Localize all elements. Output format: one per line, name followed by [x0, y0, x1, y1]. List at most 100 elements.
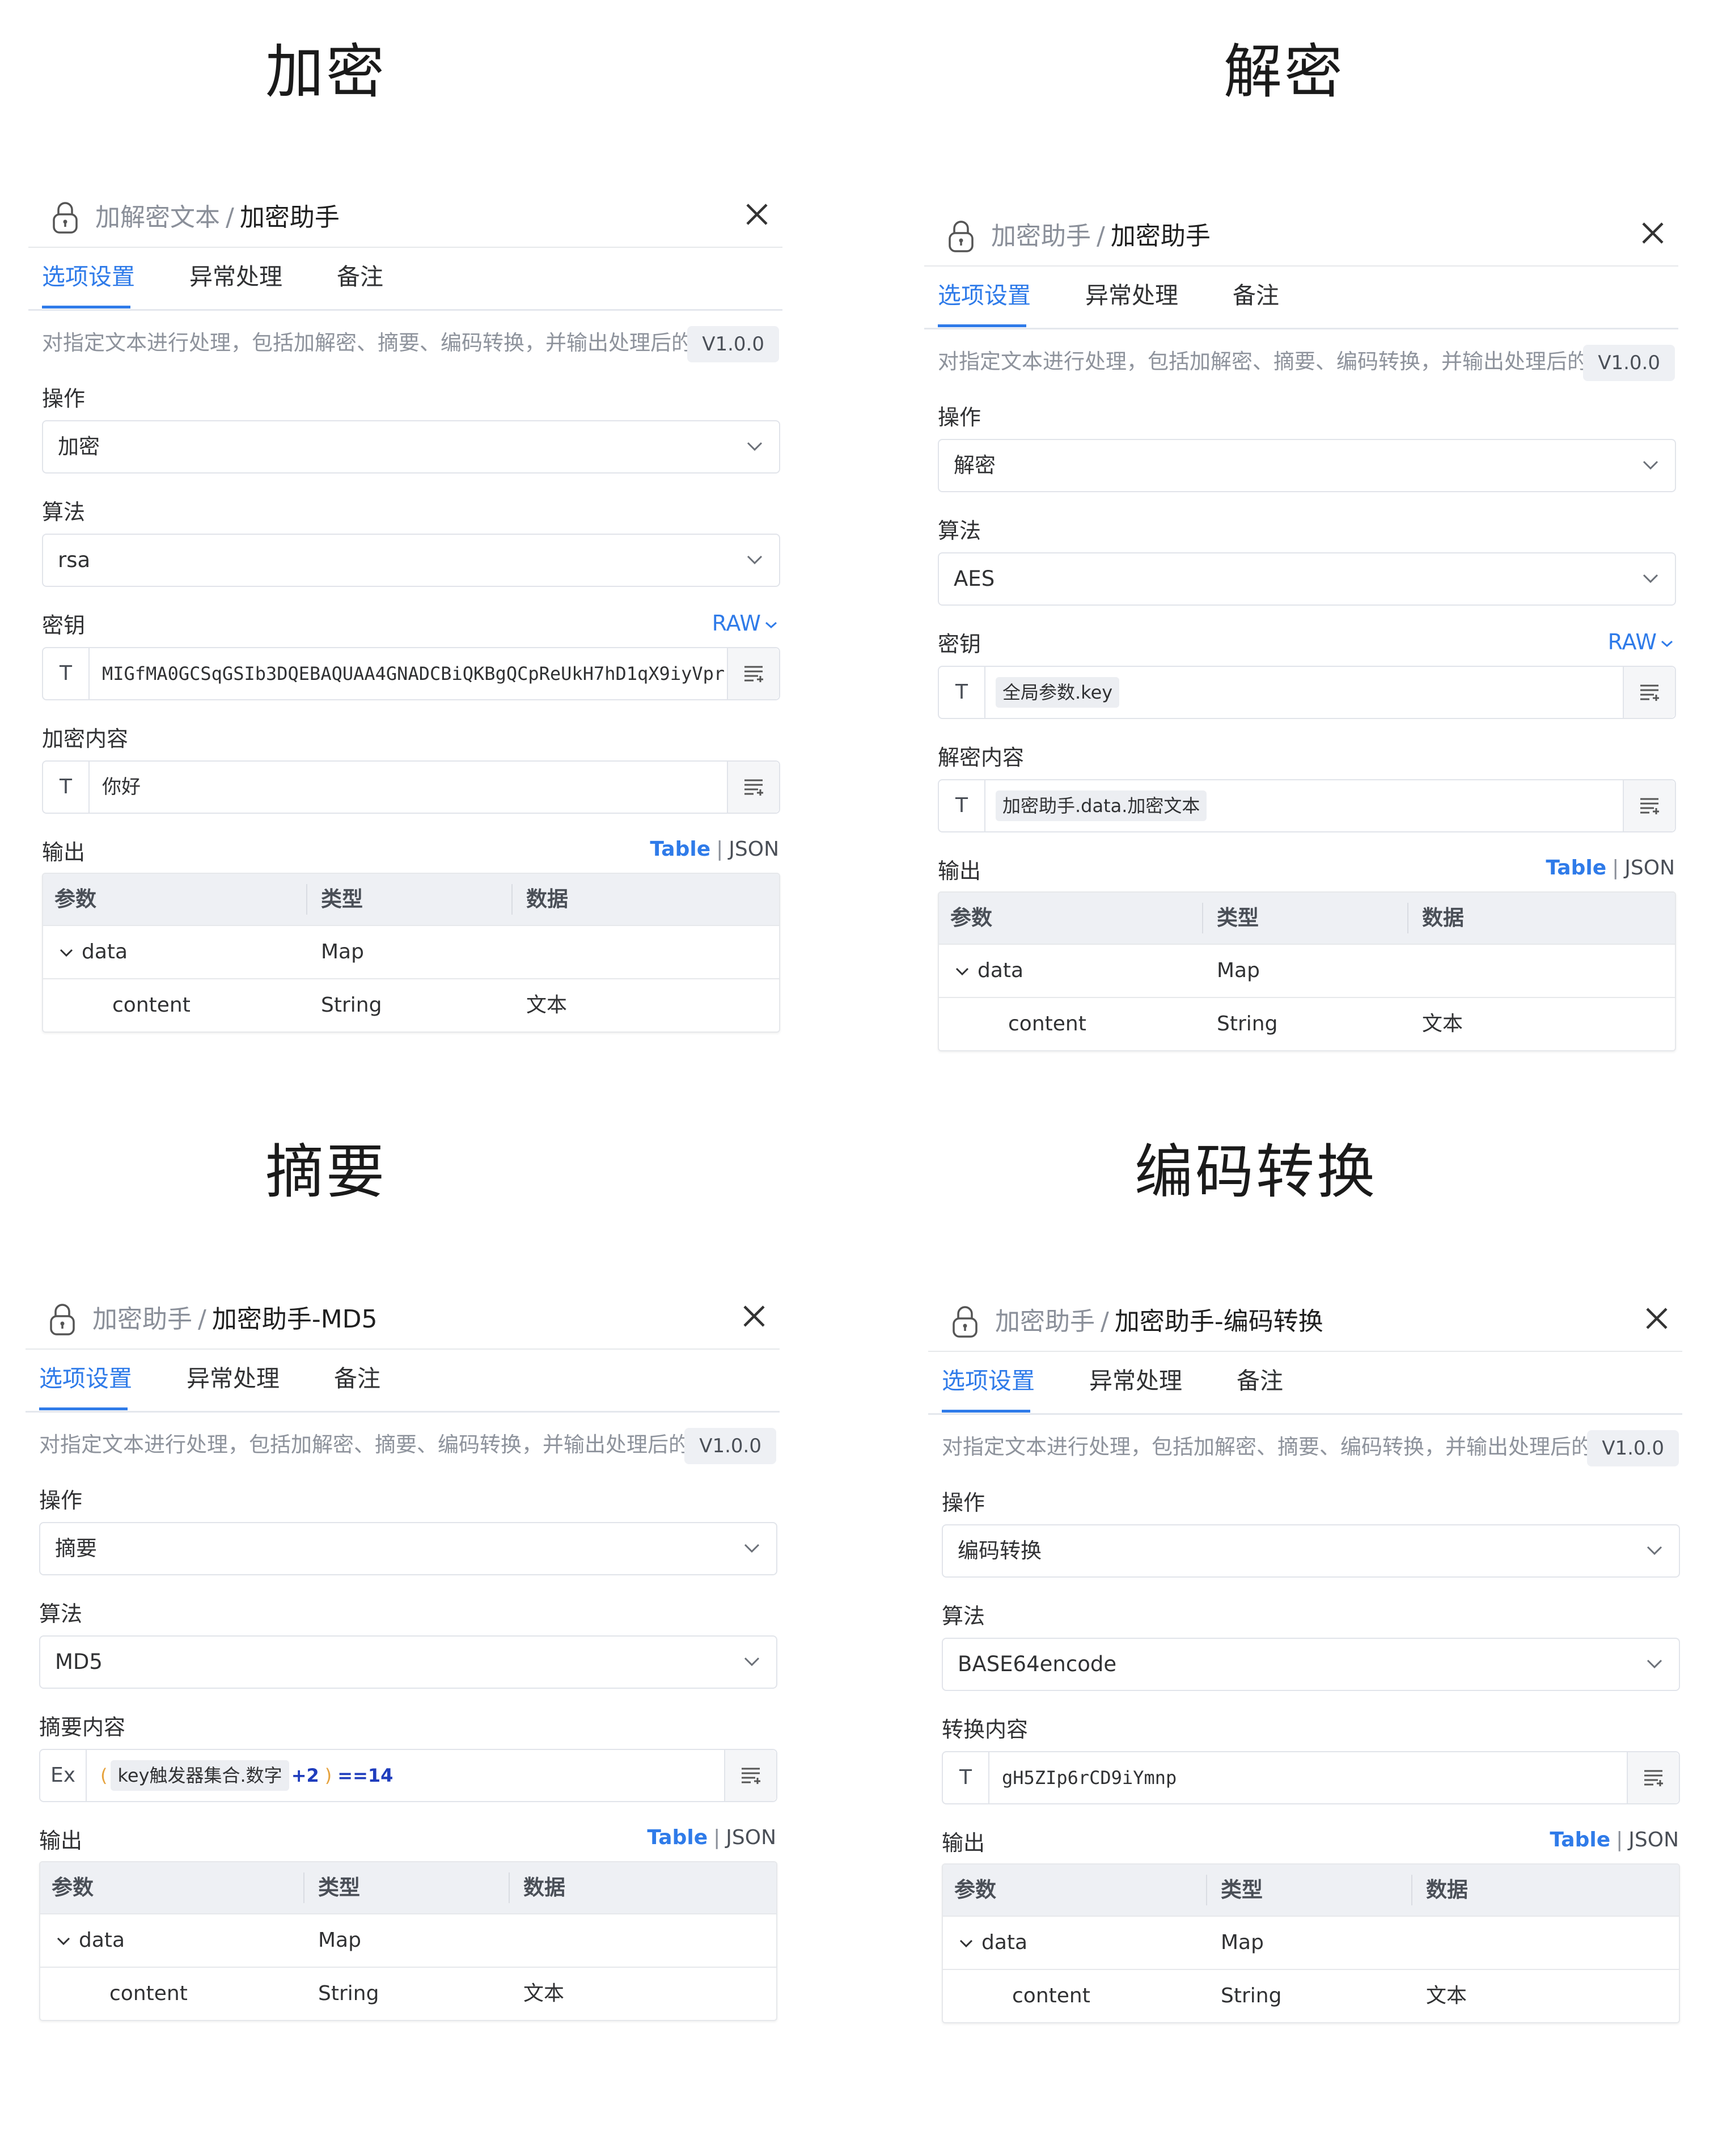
expression-open-paren: ( — [100, 1765, 108, 1786]
key-value[interactable]: MIGfMA0GCSqGSIb3DQEBAQUAA4GNADCBiQKBgQCp… — [102, 661, 725, 687]
key-variable-tag[interactable]: 全局参数.key — [996, 677, 1120, 708]
text-lines-button[interactable] — [1627, 1752, 1679, 1803]
output-table-toggle[interactable]: Table — [650, 838, 710, 861]
close-icon[interactable] — [743, 200, 771, 229]
text-lines-button[interactable] — [724, 1750, 776, 1801]
key-mode-label: RAW — [1607, 629, 1657, 654]
expression-plus: +2 — [291, 1765, 319, 1786]
tab-options[interactable]: 选项设置 — [942, 1367, 1035, 1395]
table-row: content String 文本 — [943, 1969, 1679, 2022]
close-icon[interactable] — [1639, 219, 1667, 247]
expression-variable-tag[interactable]: key触发器集合.数字 — [111, 1760, 289, 1791]
expression-value[interactable]: (key触发器集合.数字 +2) ==14 — [97, 1760, 395, 1791]
text-lines-button[interactable] — [1623, 780, 1675, 831]
content-value[interactable]: gH5ZIp6rCD9iYmnp — [1002, 1765, 1624, 1791]
algorithm-select[interactable]: BASE64encode — [942, 1638, 1680, 1691]
panel-digest: 加密助手 / 加密助手-MD5 选项设置 异常处理 备注 对指定文本进行处理，包括加… — [26, 1286, 780, 2154]
algorithm-label: 算法 — [39, 1601, 83, 1626]
content-value[interactable]: 你好 — [102, 774, 725, 800]
output-table: 参数 类型 数据 data Map content String 文本 — [942, 1863, 1680, 2023]
tab-exception[interactable]: 异常处理 — [187, 1364, 280, 1393]
tab-options[interactable]: 选项设置 — [938, 281, 1031, 310]
output-view-switch: Table | JSON — [1550, 1828, 1679, 1851]
algorithm-select[interactable]: AES — [938, 552, 1676, 606]
cell-param[interactable]: data — [56, 1928, 125, 1953]
text-lines-icon — [1640, 684, 1659, 701]
cell-param[interactable]: data — [959, 1930, 1027, 1955]
output-json-toggle[interactable]: JSON — [726, 1826, 776, 1849]
type-prefix[interactable]: T — [43, 648, 90, 699]
operation-select[interactable]: 解密 — [938, 439, 1676, 492]
text-lines-button[interactable] — [1623, 667, 1675, 718]
key-field[interactable]: T MIGfMA0GCSqGSIb3DQEBAQUAA4GNADCBiQKBgQ… — [42, 647, 780, 700]
content-field[interactable]: T gH5ZIp6rCD9iYmnp — [942, 1751, 1680, 1804]
tab-exception[interactable]: 异常处理 — [1085, 281, 1178, 310]
output-table-toggle[interactable]: Table — [1546, 856, 1606, 880]
output-separator: | — [1616, 1828, 1623, 1851]
text-lines-icon — [744, 666, 763, 682]
output-json-toggle[interactable]: JSON — [729, 838, 779, 861]
operation-select[interactable]: 加密 — [42, 420, 780, 474]
key-mode-toggle[interactable]: RAW — [712, 611, 778, 636]
algorithm-select[interactable]: rsa — [42, 534, 780, 587]
tab-notes[interactable]: 备注 — [1233, 281, 1279, 310]
tab-notes[interactable]: 备注 — [334, 1364, 380, 1393]
lock-icon — [53, 202, 78, 234]
tab-options[interactable]: 选项设置 — [42, 263, 135, 291]
output-table-toggle[interactable]: Table — [1550, 1828, 1610, 1851]
key-label: 密钥 — [42, 613, 86, 638]
content-variable-tag[interactable]: 加密助手.data.加密文本 — [996, 790, 1207, 821]
breadcrumb: 加密助手 / 加密助手-MD5 — [92, 1305, 378, 1334]
tab-active-indicator — [39, 1407, 128, 1410]
expand-chevron-icon[interactable] — [955, 966, 970, 976]
content-field[interactable]: T 你好 — [42, 760, 780, 814]
table-row: data Map — [40, 1913, 776, 1968]
cell-param[interactable]: data — [955, 958, 1023, 983]
breadcrumb-separator: / — [1101, 1307, 1109, 1336]
breadcrumb-parent[interactable]: 加密助手 — [991, 222, 1091, 251]
operation-value: 加密 — [58, 434, 100, 459]
type-prefix[interactable]: Ex — [40, 1750, 87, 1801]
expand-chevron-icon[interactable] — [959, 1938, 974, 1948]
type-prefix[interactable]: T — [939, 667, 985, 718]
expand-chevron-icon[interactable] — [56, 1936, 71, 1946]
content-field[interactable]: Ex (key触发器集合.数字 +2) ==14 — [39, 1749, 777, 1802]
tab-options[interactable]: 选项设置 — [39, 1364, 132, 1393]
output-json-toggle[interactable]: JSON — [1624, 856, 1675, 880]
type-prefix[interactable]: T — [939, 780, 985, 831]
cell-type: String — [321, 994, 382, 1017]
key-field[interactable]: T 全局参数.key — [938, 666, 1676, 719]
tab-exception[interactable]: 异常处理 — [189, 263, 282, 291]
close-icon[interactable] — [740, 1302, 768, 1330]
breadcrumb-current: 加密助手-MD5 — [211, 1305, 378, 1334]
breadcrumb-parent[interactable]: 加密助手 — [995, 1307, 1095, 1336]
tab-notes[interactable]: 备注 — [1237, 1367, 1283, 1395]
cell-param[interactable]: data — [59, 940, 128, 965]
operation-select[interactable]: 编码转换 — [942, 1524, 1680, 1578]
operation-select[interactable]: 摘要 — [39, 1522, 777, 1575]
table-row: content String 文本 — [939, 997, 1675, 1050]
chevron-down-icon — [1647, 1546, 1662, 1555]
close-icon[interactable] — [1643, 1304, 1671, 1333]
column-header-param: 参数 — [52, 1875, 94, 1900]
expand-chevron-icon[interactable] — [59, 948, 74, 958]
expression-close-paren: ) — [324, 1765, 332, 1786]
table-header: 参数 类型 数据 — [939, 893, 1675, 944]
text-lines-button[interactable] — [727, 762, 779, 813]
output-view-switch: Table | JSON — [1546, 856, 1675, 880]
text-lines-button[interactable] — [727, 648, 779, 699]
column-divider — [509, 1872, 510, 1903]
tab-notes[interactable]: 备注 — [337, 263, 383, 291]
key-mode-toggle[interactable]: RAW — [1608, 629, 1674, 654]
content-label: 解密内容 — [938, 745, 1025, 770]
type-prefix[interactable]: T — [43, 762, 90, 813]
output-json-toggle[interactable]: JSON — [1628, 1828, 1679, 1851]
content-field[interactable]: T 加密助手.data.加密文本 — [938, 779, 1676, 832]
algorithm-select[interactable]: MD5 — [39, 1635, 777, 1689]
breadcrumb-parent[interactable]: 加密助手 — [92, 1305, 192, 1334]
tab-exception[interactable]: 异常处理 — [1089, 1367, 1182, 1395]
type-prefix[interactable]: T — [943, 1752, 989, 1803]
column-divider — [511, 884, 513, 915]
breadcrumb-parent[interactable]: 加解密文本 — [95, 203, 220, 232]
output-table-toggle[interactable]: Table — [647, 1826, 708, 1849]
